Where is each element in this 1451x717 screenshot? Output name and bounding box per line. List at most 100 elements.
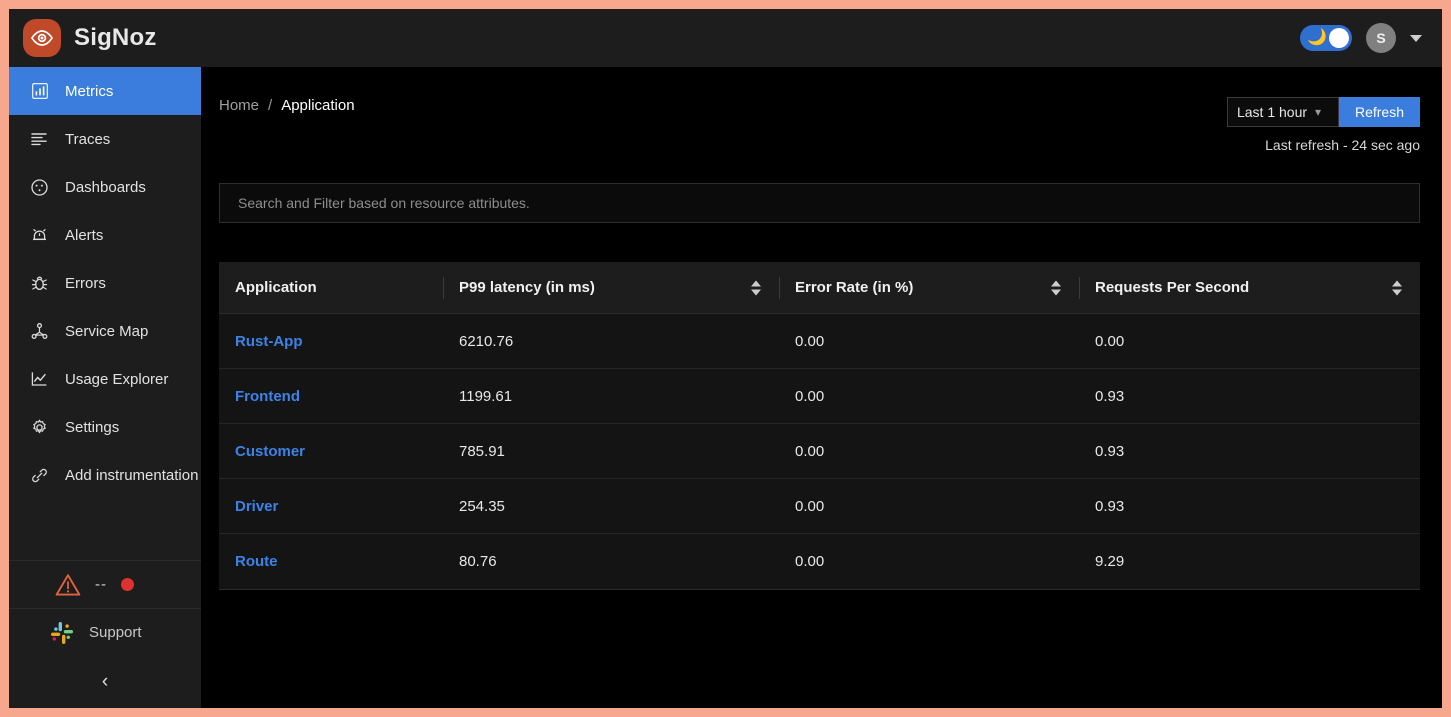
column-header-application[interactable]: Application [219, 262, 443, 314]
sidebar: Metrics Traces Dashboards Alerts Errors … [9, 67, 201, 708]
bar-chart-icon [31, 83, 48, 100]
table-row: Driver 254.35 0.00 0.93 [219, 479, 1420, 534]
bug-icon [31, 275, 48, 292]
link-icon [31, 467, 48, 484]
cell-application: Customer [219, 424, 443, 479]
column-header-error-rate[interactable]: Error Rate (in %) [779, 262, 1079, 314]
sidebar-item-label: Traces [65, 130, 111, 148]
sidebar-item-errors[interactable]: Errors [9, 259, 201, 307]
theme-toggle[interactable]: 🌙 [1300, 25, 1352, 51]
application-link[interactable]: Frontend [235, 388, 300, 405]
list-lines-icon [31, 131, 48, 148]
breadcrumb-home[interactable]: Home [219, 97, 259, 114]
table-row: Rust-App 6210.76 0.00 0.00 [219, 314, 1420, 369]
table-header-row: Application P99 latency (in ms) Error Ra… [219, 262, 1420, 314]
sidebar-item-support[interactable]: Support [9, 608, 201, 656]
application-link[interactable]: Route [235, 553, 278, 570]
support-label: Support [89, 624, 142, 641]
cell-error-rate: 0.00 [779, 424, 1079, 479]
cell-error-rate: 0.00 [779, 479, 1079, 534]
gauge-icon [31, 178, 48, 196]
sidebar-item-usage-explorer[interactable]: Usage Explorer [9, 355, 201, 403]
sidebar-item-dashboards[interactable]: Dashboards [9, 163, 201, 211]
sidebar-item-traces[interactable]: Traces [9, 115, 201, 163]
cell-error-rate: 0.00 [779, 314, 1079, 369]
sidebar-nav: Metrics Traces Dashboards Alerts Errors … [9, 67, 201, 499]
red-dot-icon [121, 578, 134, 591]
toggle-knob [1329, 28, 1349, 48]
line-chart-icon [31, 371, 48, 388]
search-placeholder: Search and Filter based on resource attr… [238, 195, 530, 211]
time-controls-row: Last 1 hour ▾ Refresh [1226, 97, 1420, 127]
applications-table: Application P99 latency (in ms) Error Ra… [219, 262, 1420, 590]
application-link[interactable]: Customer [235, 443, 305, 460]
sidebar-item-label: Dashboards [65, 178, 146, 196]
cell-application: Rust-App [219, 314, 443, 369]
cell-application: Route [219, 534, 443, 589]
chevron-down-icon[interactable] [1410, 34, 1422, 42]
application-link[interactable]: Driver [235, 498, 278, 515]
chevron-down-icon: ▾ [1315, 105, 1322, 119]
sidebar-item-label: Add instrumentation [65, 466, 199, 484]
application-link[interactable]: Rust-App [235, 333, 303, 350]
time-range-select[interactable]: Last 1 hour ▾ [1226, 97, 1339, 127]
sidebar-item-metrics[interactable]: Metrics [9, 67, 201, 115]
cell-application: Driver [219, 479, 443, 534]
cell-error-rate: 0.00 [795, 553, 825, 570]
node-graph-icon [31, 322, 48, 340]
time-range-value: Last 1 hour [1236, 104, 1308, 120]
refresh-button[interactable]: Refresh [1338, 97, 1420, 127]
table-row: Frontend 1199.61 0.00 0.93 [219, 369, 1420, 424]
breadcrumb-current: Application [281, 97, 355, 114]
top-header-bar: SigNoz 🌙 S [9, 9, 1442, 67]
sort-toggle-icon[interactable] [751, 280, 761, 295]
sidebar-item-service-map[interactable]: Service Map [9, 307, 201, 355]
column-header-requests-per-second[interactable]: Requests Per Second [1079, 262, 1420, 314]
sidebar-status-row[interactable]: -- [9, 560, 201, 608]
sidebar-item-add-instrumentation[interactable]: Add instrumentation [9, 451, 201, 499]
table-row: Route 80.76 0.00 9.29 [219, 534, 1420, 589]
app-body: Metrics Traces Dashboards Alerts Errors … [9, 67, 1442, 708]
page-toolbar: Home / Application Last 1 hour ▾ Refresh… [217, 67, 1442, 153]
cell-p99-latency: 785.91 [443, 424, 779, 479]
column-header-p99-latency[interactable]: P99 latency (in ms) [443, 262, 779, 314]
sidebar-item-label: Metrics [65, 82, 114, 100]
app-window: SigNoz 🌙 S Metrics Traces Dashboards Ale… [0, 0, 1451, 717]
brand-logo-area[interactable]: SigNoz [23, 19, 157, 57]
eye-icon [23, 19, 61, 57]
cell-application: Frontend [219, 369, 443, 424]
sort-toggle-icon[interactable] [1051, 280, 1061, 295]
sidebar-item-alerts[interactable]: Alerts [9, 211, 201, 259]
sidebar-item-label: Settings [65, 418, 120, 436]
table-body: Rust-App 6210.76 0.00 0.00 Frontend 1199.61 0.… [219, 314, 1420, 589]
cell-p99-latency: 80.76 [459, 553, 497, 570]
sidebar-item-label: Alerts [65, 226, 104, 244]
cell-requests-per-second: 0.93 [1079, 424, 1420, 479]
warning-triangle-icon [55, 573, 81, 597]
main-content: Home / Application Last 1 hour ▾ Refresh… [201, 67, 1442, 708]
sidebar-item-label: Errors [65, 274, 106, 292]
moon-icon: 🌙 [1307, 29, 1327, 46]
cell-requests-per-second: 0.93 [1079, 369, 1420, 424]
cell-requests-per-second: 9.29 [1095, 553, 1125, 570]
sort-toggle-icon[interactable] [1392, 280, 1402, 295]
chevron-left-icon: ‹ [101, 671, 109, 692]
sidebar-item-label: Usage Explorer [65, 370, 169, 388]
header-actions: 🌙 S [1300, 23, 1422, 53]
sidebar-item-label: Service Map [65, 322, 149, 340]
sidebar-status-label: -- [95, 576, 107, 593]
last-refresh-label: Last refresh - 24 sec ago [1265, 137, 1420, 153]
slack-icon [49, 620, 75, 646]
cell-p99-latency: 1199.61 [443, 369, 779, 424]
avatar[interactable]: S [1366, 23, 1396, 53]
sidebar-item-settings[interactable]: Settings [9, 403, 201, 451]
cell-p99-latency: 254.35 [443, 479, 779, 534]
alarm-bell-icon [31, 227, 48, 244]
sidebar-collapse-button[interactable]: ‹ [9, 656, 201, 708]
column-label: Error Rate (in %) [795, 279, 914, 296]
column-label: Application [235, 279, 317, 296]
gear-icon [31, 419, 48, 436]
cell-p99-latency: 6210.76 [443, 314, 779, 369]
search-input[interactable]: Search and Filter based on resource attr… [219, 183, 1420, 223]
time-controls: Last 1 hour ▾ Refresh Last refresh - 24 … [1226, 97, 1420, 153]
